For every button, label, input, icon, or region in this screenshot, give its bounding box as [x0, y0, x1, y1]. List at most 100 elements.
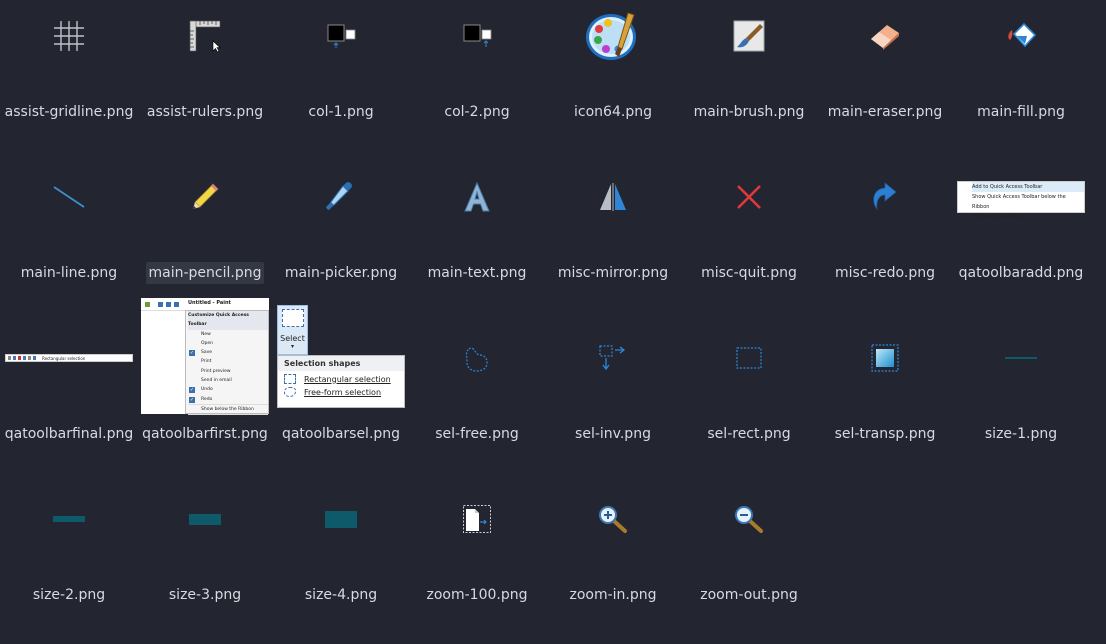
zoom100-icon [409, 483, 545, 555]
file-item-sel-inv[interactable]: sel-inv.png [545, 322, 681, 483]
brush-icon [681, 0, 817, 72]
size4-icon [273, 483, 409, 555]
paint-palette-icon [545, 0, 681, 72]
file-name: sel-inv.png [575, 426, 651, 442]
close-x-icon [681, 161, 817, 233]
file-icon-grid: assist-gridline.png assist-rulers.png co… [0, 0, 1106, 624]
file-item-main-brush[interactable]: main-brush.png [681, 0, 817, 161]
qat-first-item: ✓ Save [189, 350, 213, 357]
file-item-zoom-out[interactable]: zoom-out.png [681, 483, 817, 644]
file-name: main-eraser.png [827, 104, 943, 120]
rect-selection-option: Rectangular selection [278, 371, 404, 384]
file-item-assist-gridline[interactable]: assist-gridline.png [1, 0, 137, 161]
line-icon [1, 161, 137, 233]
file-name: qatoolbarfirst.png [142, 426, 268, 442]
file-item-qatoolbaradd[interactable]: Add to Quick Access Toolbar Show Quick A… [953, 161, 1089, 322]
size2-icon [1, 483, 137, 555]
file-item-qatoolbarfirst[interactable]: Untitled - Paint Customize Quick Access … [137, 298, 273, 483]
file-item-size-3[interactable]: size-3.png [137, 483, 273, 644]
qat-first-item: Show below the Ribbon [188, 403, 268, 414]
text-icon [409, 161, 545, 233]
transparent-select-icon [817, 322, 953, 394]
file-item-misc-mirror[interactable]: misc-mirror.png [545, 161, 681, 322]
qat-final-text: Rectangular selection [42, 355, 86, 361]
eraser-icon [817, 0, 953, 72]
mirror-icon [545, 161, 681, 233]
file-name: assist-rulers.png [146, 104, 264, 120]
size3-icon [137, 483, 273, 555]
file-name: qatoolbarsel.png [281, 426, 401, 442]
qat-add-item: Minimize the Ribbon [972, 214, 1024, 220]
qat-first-item: Send in email [201, 378, 232, 384]
file-item-misc-quit[interactable]: misc-quit.png [681, 161, 817, 322]
file-name: zoom-out.png [700, 587, 798, 603]
file-name: misc-mirror.png [557, 265, 669, 281]
file-item-assist-rulers[interactable]: assist-rulers.png [137, 0, 273, 161]
file-name: misc-redo.png [835, 265, 935, 281]
file-item-sel-free[interactable]: sel-free.png [409, 322, 545, 483]
select-button-label: Select [280, 334, 305, 343]
file-name: main-line.png [20, 265, 118, 281]
file-item-main-line[interactable]: main-line.png [1, 161, 137, 322]
qat-select-thumbnail: Select ▾ Selection shapes Rectangular se… [277, 305, 405, 408]
file-name: sel-free.png [435, 426, 519, 442]
file-name: size-2.png [32, 587, 106, 603]
file-item-qatoolbarfinal[interactable]: Rectangular selection qatoolbarfinal.png [1, 322, 137, 483]
file-name: qatoolbarfinal.png [4, 426, 134, 442]
rulers-icon [137, 0, 273, 72]
file-name: sel-rect.png [707, 426, 791, 442]
file-item-size-4[interactable]: size-4.png [273, 483, 409, 644]
redo-icon [817, 161, 953, 233]
file-item-qatoolbarsel[interactable]: Select ▾ Selection shapes Rectangular se… [273, 298, 409, 483]
free-selection-option: Free-form selection [278, 384, 404, 397]
size1-icon [953, 322, 1089, 394]
qat-first-item: ✓ Undo [189, 387, 213, 394]
file-name: sel-transp.png [834, 426, 936, 442]
qat-first-item: ✓ Redo [189, 396, 213, 403]
fill-bucket-icon [953, 0, 1089, 72]
file-item-icon64[interactable]: icon64.png [545, 0, 681, 161]
qat-add-menu-thumbnail: Add to Quick Access Toolbar Show Quick A… [953, 161, 1089, 233]
qat-first-item: New [201, 331, 211, 337]
file-name: col-1.png [308, 104, 374, 120]
color-picker-icon [273, 161, 409, 233]
color2-icon [409, 0, 545, 72]
file-item-sel-rect[interactable]: sel-rect.png [681, 322, 817, 483]
qat-first-item: Print preview [201, 368, 231, 374]
rect-select-icon [681, 322, 817, 394]
file-name: col-2.png [444, 104, 510, 120]
file-name: main-picker.png [284, 265, 398, 281]
file-name: zoom-in.png [569, 587, 657, 603]
qat-first-thumbnail: Untitled - Paint Customize Quick Access … [141, 298, 269, 422]
selection-shapes-header: Selection shapes [278, 356, 404, 371]
file-item-zoom-100[interactable]: zoom-100.png [409, 483, 545, 644]
zoom-out-icon [681, 483, 817, 555]
file-name: main-brush.png [693, 104, 805, 120]
file-item-size-2[interactable]: size-2.png [1, 483, 137, 644]
file-name: qatoolbaradd.png [958, 265, 1084, 281]
file-item-sel-transp[interactable]: sel-transp.png [817, 322, 953, 483]
file-name: main-text.png [427, 265, 527, 281]
file-item-main-fill[interactable]: main-fill.png [953, 0, 1089, 161]
free-select-icon [409, 322, 545, 394]
qat-first-item: Open [201, 340, 214, 346]
file-item-main-text[interactable]: main-text.png [409, 161, 545, 322]
file-item-col-1[interactable]: col-1.png [273, 0, 409, 161]
qat-add-item: Add to Quick Access Toolbar [972, 182, 1084, 192]
file-item-main-eraser[interactable]: main-eraser.png [817, 0, 953, 161]
file-name: zoom-100.png [426, 587, 528, 603]
qat-first-header: Customize Quick Access Toolbar [188, 311, 268, 330]
qat-add-item: Show Quick Access Toolbar below the Ribb… [972, 194, 1066, 210]
invert-select-icon [545, 322, 681, 394]
file-item-size-1[interactable]: size-1.png [953, 322, 1089, 483]
zoom-in-icon [545, 483, 681, 555]
pencil-icon [137, 161, 273, 233]
gridline-icon [1, 0, 137, 72]
file-name: misc-quit.png [701, 265, 797, 281]
file-name: icon64.png [574, 104, 652, 120]
file-item-col-2[interactable]: col-2.png [409, 0, 545, 161]
file-item-zoom-in[interactable]: zoom-in.png [545, 483, 681, 644]
file-name: size-1.png [984, 426, 1058, 442]
file-name: main-fill.png [977, 104, 1065, 120]
file-item-misc-redo[interactable]: misc-redo.png [817, 161, 953, 322]
